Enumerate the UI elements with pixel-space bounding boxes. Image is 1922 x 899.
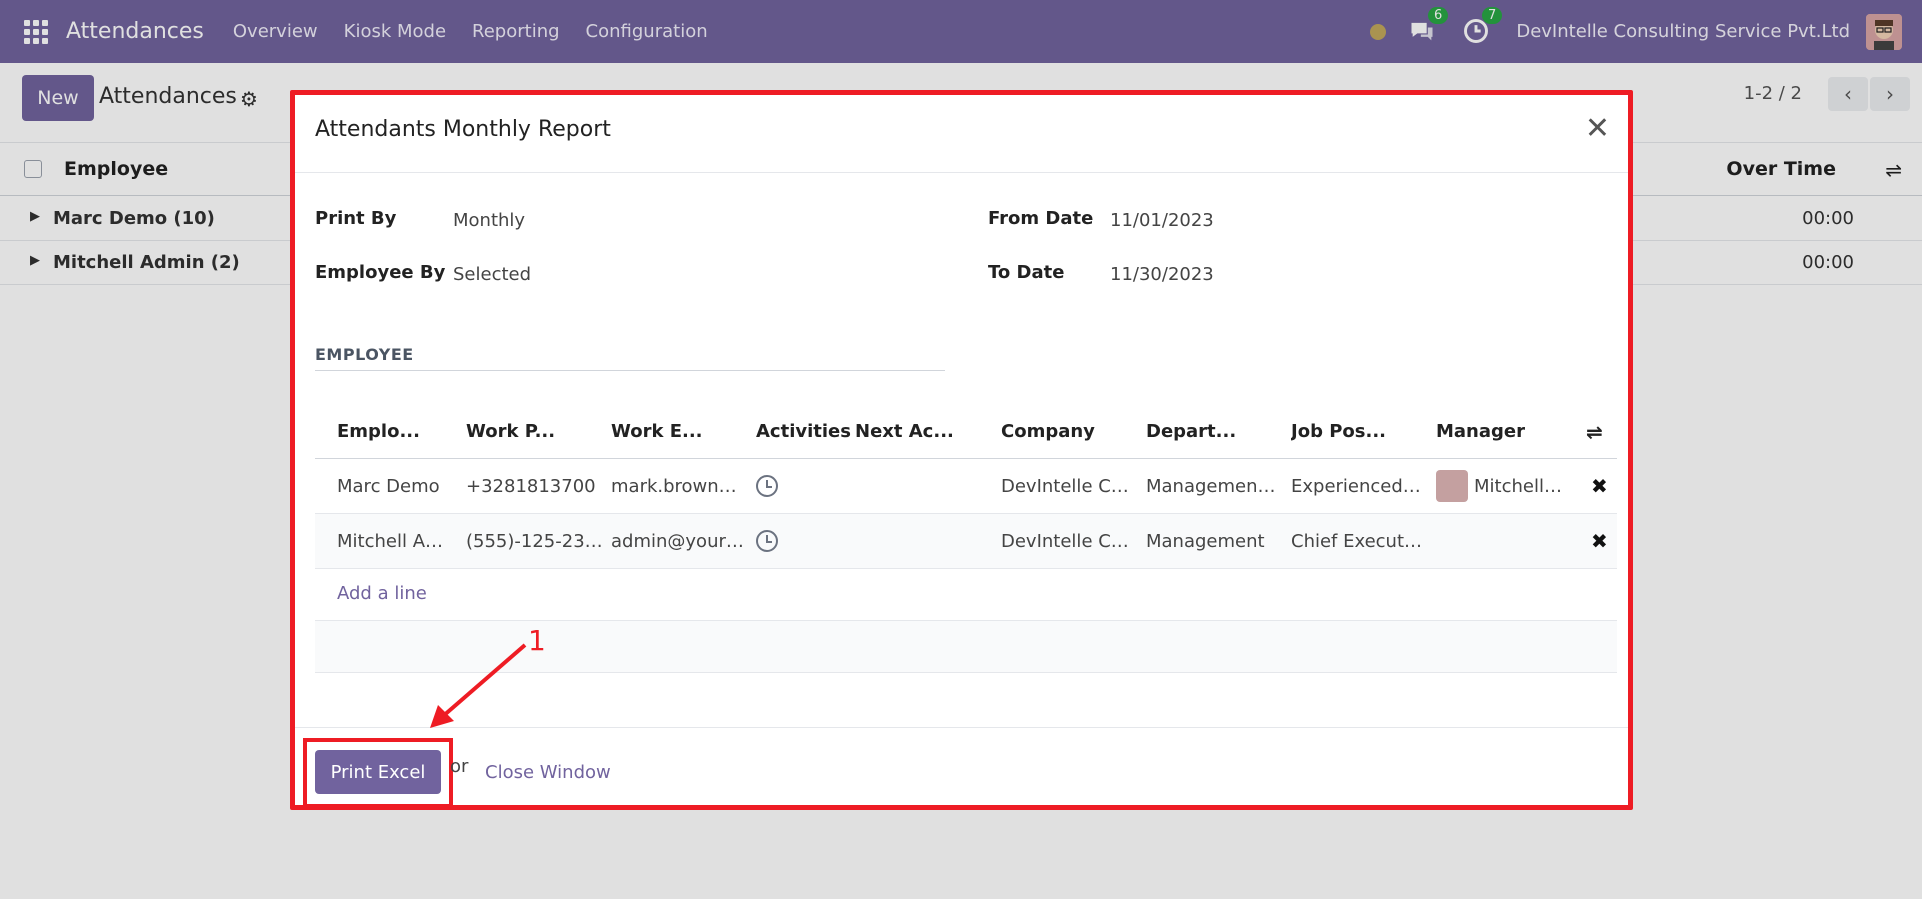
optional-columns-icon[interactable]: ⇌ — [1586, 405, 1616, 458]
dialog-header: Attendants Monthly Report ✕ — [295, 95, 1628, 173]
th-job-position[interactable]: Job Pos... — [1291, 405, 1426, 458]
or-label: or — [450, 756, 469, 777]
cell-work-phone[interactable]: +3281813700 — [466, 459, 604, 513]
cell-company[interactable]: DevIntelle C… — [1001, 514, 1136, 568]
cell-manager[interactable]: Mitchell… — [1436, 459, 1576, 513]
close-window-button[interactable]: Close Window — [485, 762, 611, 783]
table-row[interactable]: Marc Demo +3281813700 mark.brown… DevInt… — [315, 459, 1617, 514]
section-divider — [315, 370, 945, 371]
employee-by-label: Employee By — [315, 262, 446, 283]
th-department[interactable]: Depart... — [1146, 405, 1281, 458]
to-date-field[interactable]: 11/30/2023 — [1110, 264, 1214, 285]
print-excel-button[interactable]: Print Excel — [315, 750, 441, 794]
table-header: Emplo... Work P... Work E... Activities … — [315, 405, 1617, 459]
annotation-arrow — [430, 643, 527, 728]
th-work-email[interactable]: Work E... — [611, 405, 746, 458]
cell-employee[interactable]: Mitchell A… — [337, 514, 457, 568]
activity-clock-icon[interactable] — [756, 459, 851, 513]
employee-by-select[interactable]: Selected — [453, 264, 531, 285]
add-line-link[interactable]: Add a line — [337, 583, 427, 604]
employee-section-title: EMPLOYEE — [315, 345, 414, 364]
delete-row-icon[interactable]: ✖ — [1591, 514, 1615, 568]
print-by-select[interactable]: Monthly — [453, 210, 525, 231]
manager-name: Mitchell… — [1474, 475, 1562, 497]
employee-table: Emplo... Work P... Work E... Activities … — [315, 405, 1617, 673]
th-work-phone[interactable]: Work P... — [466, 405, 601, 458]
th-employee[interactable]: Emplo... — [337, 405, 457, 458]
cell-job-position[interactable]: Chief Execut… — [1291, 514, 1426, 568]
cell-work-email[interactable]: admin@your… — [611, 514, 746, 568]
delete-row-icon[interactable]: ✖ — [1591, 459, 1615, 513]
add-line-row: Add a line — [315, 569, 1617, 621]
dialog-footer: Print Excel or Close Window — [295, 727, 1628, 810]
th-next-activity[interactable]: Next Ac... — [855, 405, 995, 458]
close-icon[interactable]: ✕ — [1585, 111, 1610, 146]
cell-company[interactable]: DevIntelle C… — [1001, 459, 1136, 513]
th-manager[interactable]: Manager — [1436, 405, 1571, 458]
cell-department[interactable]: Management — [1146, 514, 1281, 568]
from-date-field[interactable]: 11/01/2023 — [1110, 210, 1214, 231]
cell-job-position[interactable]: Experienced… — [1291, 459, 1426, 513]
activity-clock-icon[interactable] — [756, 514, 851, 568]
print-by-label: Print By — [315, 208, 397, 229]
cell-employee[interactable]: Marc Demo — [337, 459, 457, 513]
cell-work-email[interactable]: mark.brown… — [611, 459, 746, 513]
th-company[interactable]: Company — [1001, 405, 1136, 458]
manager-avatar — [1436, 470, 1468, 502]
to-date-label: To Date — [988, 262, 1065, 283]
dialog-title: Attendants Monthly Report — [315, 117, 611, 142]
cell-department[interactable]: Managemen… — [1146, 459, 1281, 513]
cell-work-phone[interactable]: (555)-125-23… — [466, 514, 604, 568]
th-activities[interactable]: Activities — [756, 405, 851, 458]
from-date-label: From Date — [988, 208, 1094, 229]
table-row[interactable]: Mitchell A… (555)-125-23… admin@your… De… — [315, 514, 1617, 569]
